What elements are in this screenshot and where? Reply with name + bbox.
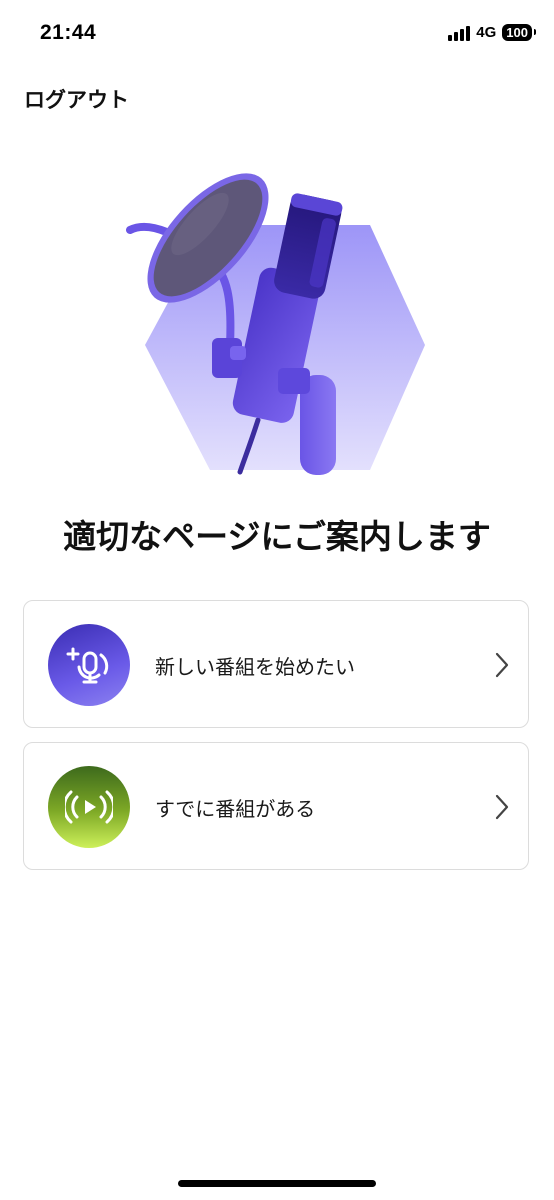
- status-bar: 21:44 4G 100: [0, 0, 554, 70]
- add-microphone-icon: [48, 624, 130, 706]
- network-type: 4G: [476, 24, 497, 41]
- start-new-program-option[interactable]: 新しい番組を始めたい: [23, 600, 529, 728]
- hero-illustration: [120, 150, 440, 475]
- cellular-signal-icon: [448, 25, 471, 41]
- option-label: 新しい番組を始めたい: [155, 655, 355, 679]
- logout-button[interactable]: ログアウト: [24, 84, 129, 114]
- chevron-right-icon: [495, 652, 509, 678]
- home-indicator[interactable]: [178, 1180, 376, 1187]
- status-time: 21:44: [40, 21, 97, 44]
- battery-icon: 100: [502, 24, 536, 41]
- existing-program-option[interactable]: すでに番組がある: [23, 742, 529, 870]
- status-indicators: 4G 100: [448, 24, 536, 41]
- option-label: すでに番組がある: [155, 797, 316, 821]
- microphone-illustration: [126, 173, 425, 475]
- broadcast-play-icon: [48, 766, 130, 848]
- chevron-right-icon: [495, 794, 509, 820]
- page-headline: 適切なページにご案内します: [63, 517, 491, 556]
